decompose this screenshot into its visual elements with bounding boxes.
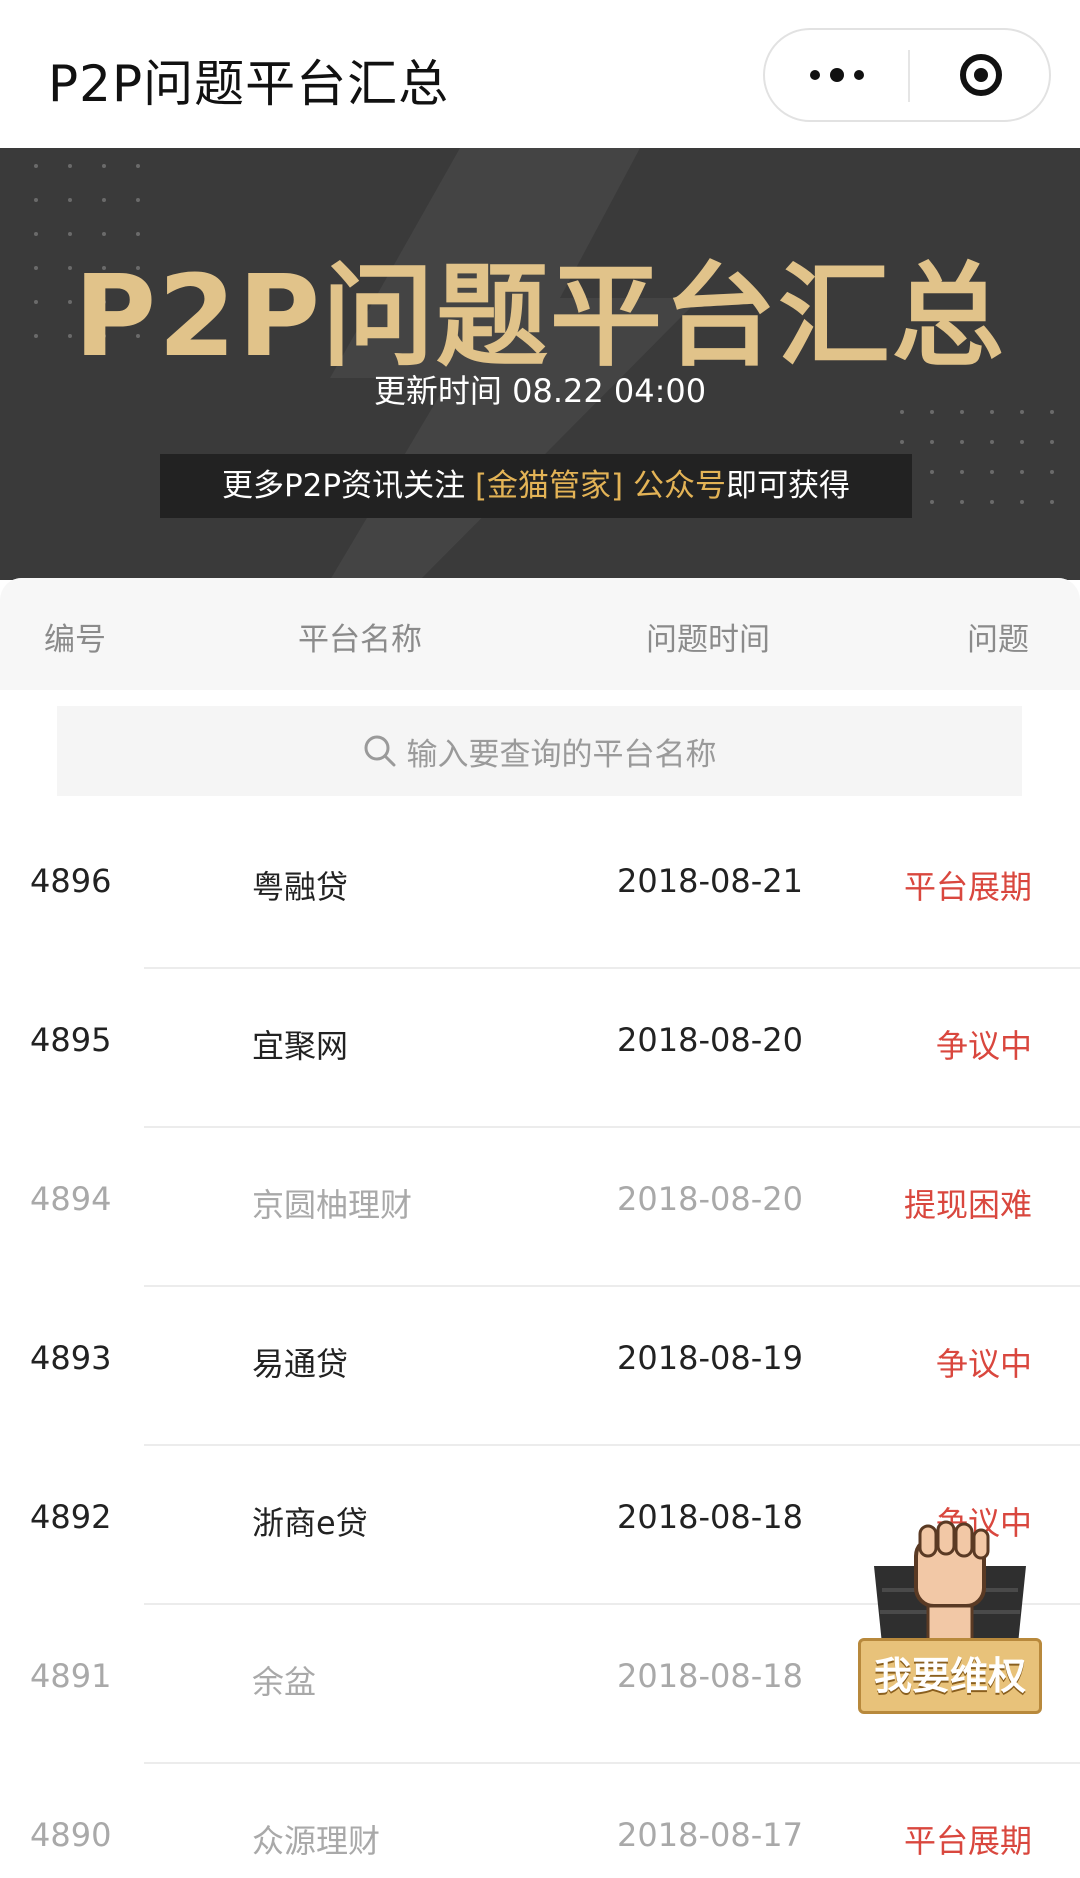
- row-issue-status: 争议中: [935, 1345, 1032, 1383]
- close-button[interactable]: [910, 30, 1051, 120]
- row-issue-status: 平台展期: [903, 1822, 1032, 1860]
- promo-highlight: [金猫管家] 公众号: [474, 468, 726, 504]
- promo-strip[interactable]: 更多P2P资讯关注 [金猫管家] 公众号即可获得: [160, 454, 912, 518]
- table-row[interactable]: 4896 粤融贷 2018-08-21 平台展期: [0, 810, 1080, 969]
- table-header: 编号 平台名称 问题时间 问题: [0, 578, 1080, 690]
- row-issue-date: 2018-08-19: [617, 1339, 803, 1377]
- row-issue-status: 平台展期: [903, 868, 1032, 906]
- row-issue-date: 2018-08-20: [617, 1021, 803, 1059]
- rights-protection-button[interactable]: 我要维权: [858, 1520, 1042, 1715]
- header-platform-name: 平台名称: [298, 622, 422, 658]
- page-title: P2P问题平台汇总: [48, 55, 450, 113]
- more-options-button[interactable]: [765, 30, 908, 120]
- more-dots-icon: [809, 70, 820, 80]
- table-row[interactable]: 4894 京圆柚理财 2018-08-20 提现困难: [0, 1128, 1080, 1287]
- banner-title: P2P问题平台汇总: [73, 252, 1007, 382]
- row-issue-status: 提现困难: [903, 1186, 1032, 1224]
- search-input[interactable]: 输入要查询的平台名称: [57, 706, 1022, 796]
- table-row[interactable]: 4895 宜聚网 2018-08-20 争议中: [0, 969, 1080, 1128]
- table-row[interactable]: 4893 易通贷 2018-08-19 争议中: [0, 1287, 1080, 1446]
- row-issue-status: 争议中: [935, 1027, 1032, 1065]
- header-issue: 问题: [967, 622, 1029, 658]
- raised-fist-icon: [874, 1520, 1026, 1644]
- header-id: 编号: [44, 622, 106, 658]
- update-time: 更新时间 08.22 04:00: [373, 372, 707, 410]
- table-row[interactable]: 4890 众源理财 2018-08-17 平台展期: [0, 1764, 1080, 1878]
- target-close-icon: [959, 54, 1002, 96]
- top-nav-bar: P2P问题平台汇总: [0, 0, 1080, 148]
- mini-program-capsule: [763, 28, 1051, 122]
- search-icon: [364, 735, 395, 767]
- hero-banner: P2P问题平台汇总 更新时间 08.22 04:00 更多P2P资讯关注 [金猫…: [0, 148, 1080, 580]
- header-issue-time: 问题时间: [646, 622, 770, 658]
- rights-protection-label: 我要维权: [858, 1638, 1042, 1714]
